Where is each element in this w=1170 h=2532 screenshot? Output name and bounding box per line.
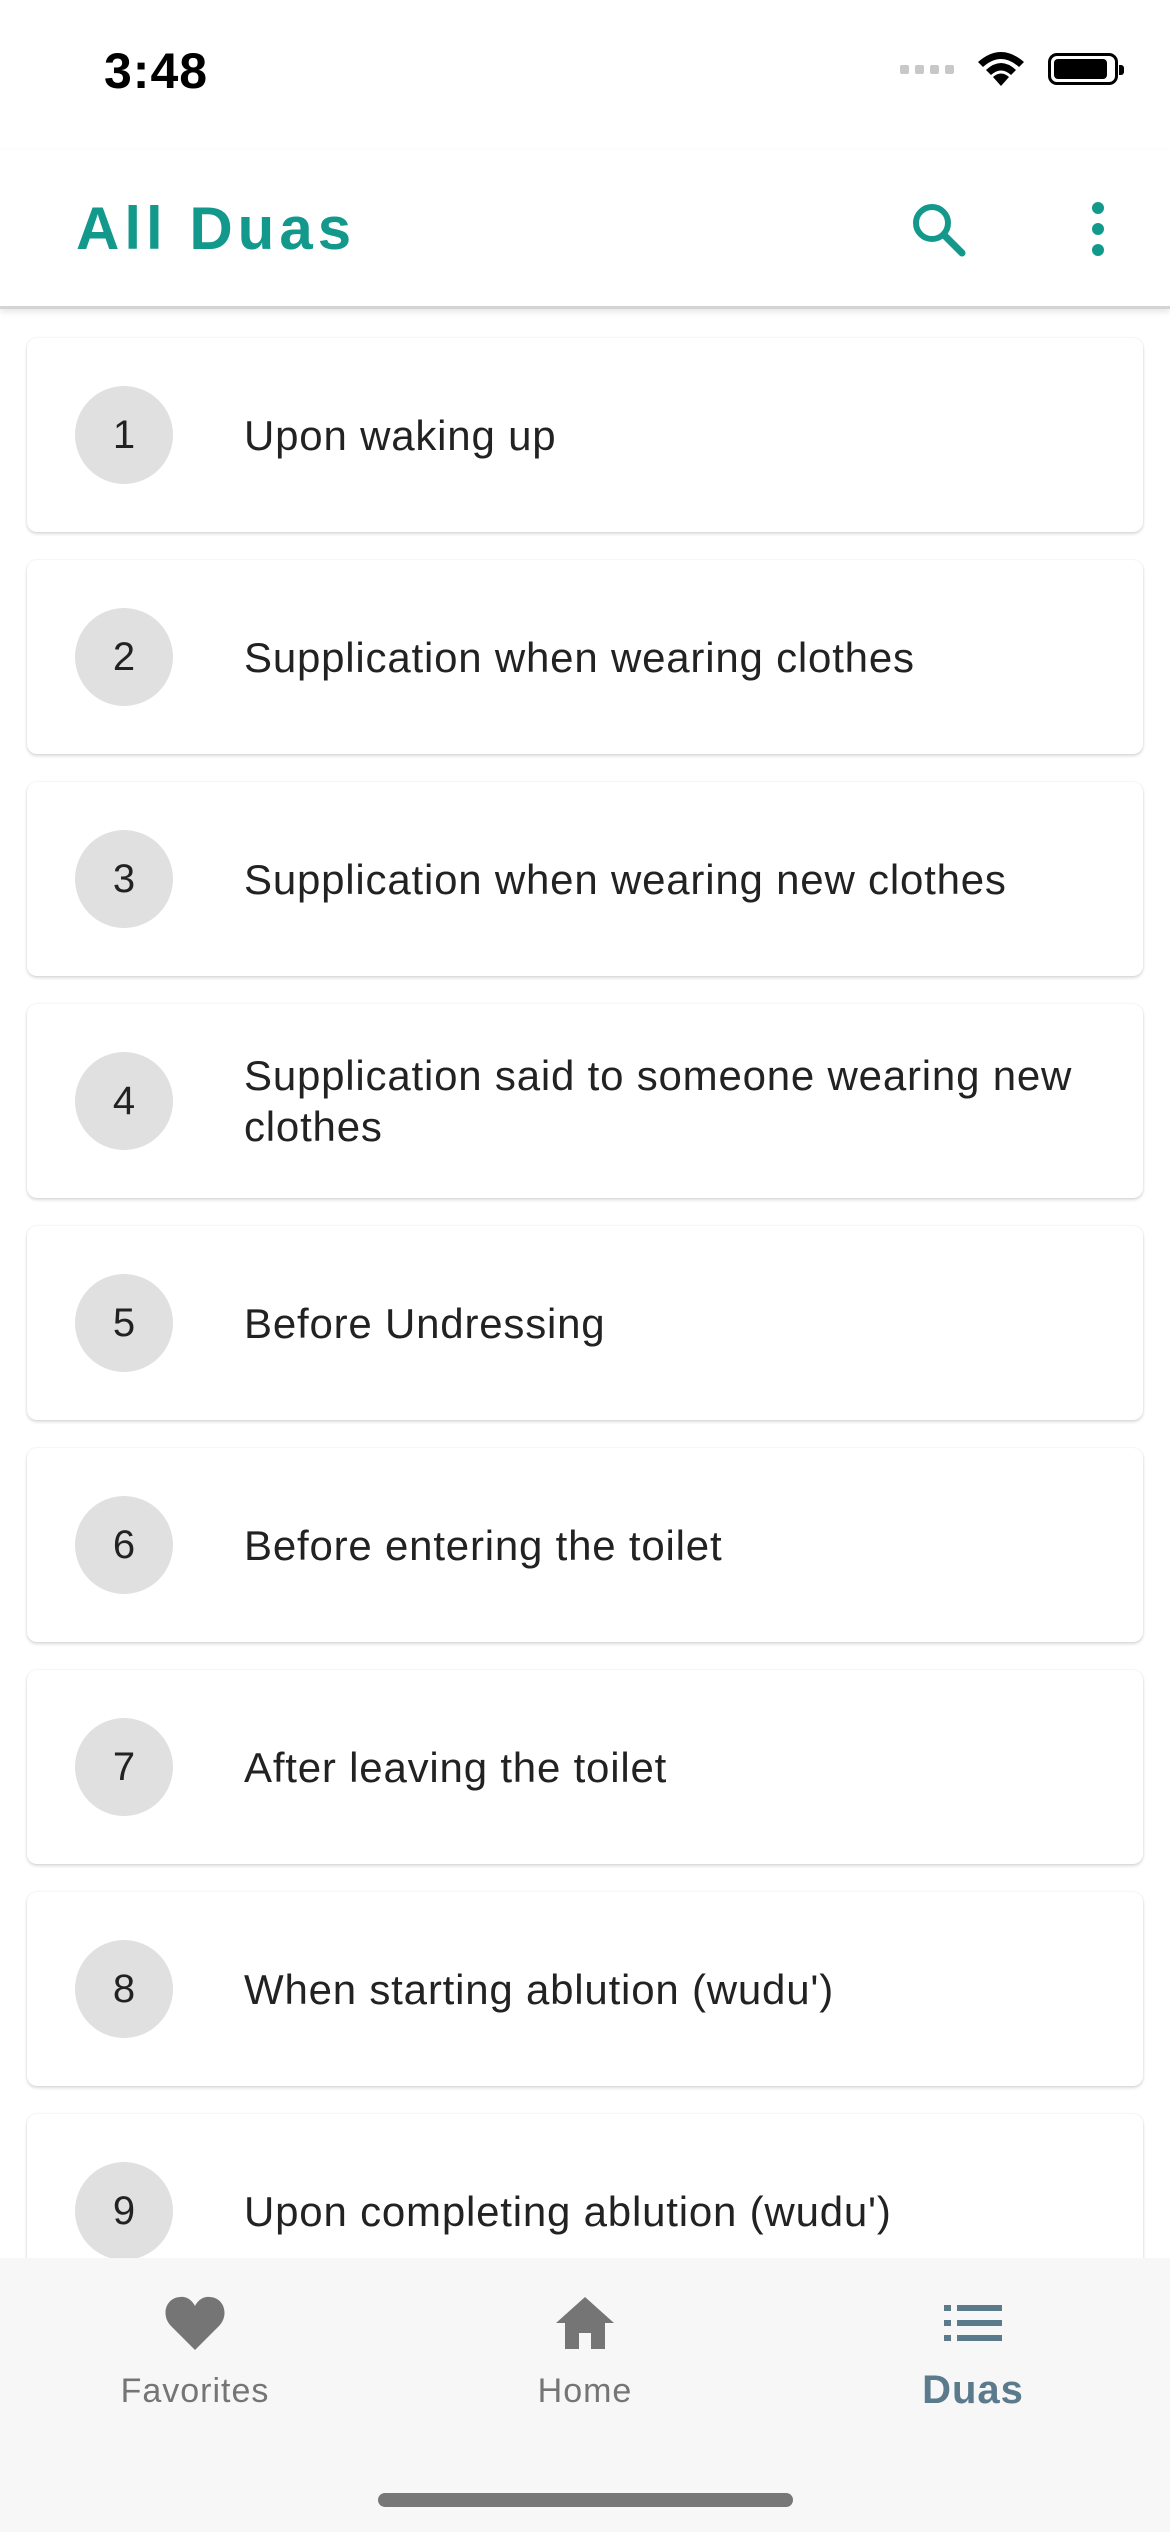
dua-list-item[interactable]: 4 Supplication said to someone wearing n…	[27, 1004, 1143, 1198]
nav-item-favorites[interactable]: Favorites	[45, 2288, 345, 2448]
dua-title: Supplication when wearing clothes	[244, 633, 915, 681]
dua-title: Supplication said to someone wearing new…	[244, 1052, 1073, 1150]
page-title: All Duas	[76, 195, 357, 262]
dua-title: After leaving the toilet	[244, 1743, 668, 1791]
dua-title: Before Undressing	[244, 1299, 606, 1347]
status-icons	[900, 50, 1124, 88]
dua-number-badge: 9	[75, 2162, 173, 2258]
status-time: 3:48	[104, 43, 209, 99]
status-bar: 3:48	[0, 0, 1170, 150]
dua-title: When starting ablution (wudu')	[244, 1965, 834, 2013]
dua-list[interactable]: 1 Upon waking up 2 Supplication when wea…	[0, 309, 1170, 2258]
app-bar: All Duas	[0, 150, 1170, 309]
dua-list-item[interactable]: 9 Upon completing ablution (wudu')	[27, 2114, 1143, 2258]
dua-list-item[interactable]: 6 Before entering the toilet	[27, 1448, 1143, 1642]
dua-list-item[interactable]: 2 Supplication when wearing clothes	[27, 560, 1143, 754]
dua-title: Upon waking up	[244, 411, 557, 459]
battery-icon	[1048, 53, 1124, 85]
dua-number-badge: 5	[75, 1274, 173, 1372]
heart-icon	[45, 2288, 345, 2358]
dua-number-badge: 6	[75, 1496, 173, 1594]
more-vertical-icon	[1092, 202, 1104, 256]
list-icon	[823, 2288, 1123, 2358]
dua-number-badge: 2	[75, 608, 173, 706]
cellular-signal-icon	[900, 64, 954, 74]
nav-label-favorites: Favorites	[120, 2372, 270, 2410]
dua-title: Supplication when wearing new clothes	[244, 855, 1007, 903]
bottom-navigation: Favorites Home Duas	[0, 2258, 1170, 2532]
wifi-icon	[978, 52, 1024, 86]
dua-list-item[interactable]: 7 After leaving the toilet	[27, 1670, 1143, 1864]
dua-list-item[interactable]: 1 Upon waking up	[27, 338, 1143, 532]
dua-number-badge: 7	[75, 1718, 173, 1816]
search-button[interactable]	[903, 194, 973, 264]
nav-label-home: Home	[537, 2372, 633, 2410]
nav-item-home[interactable]: Home	[435, 2288, 735, 2448]
home-icon	[435, 2288, 735, 2358]
dua-number-badge: 3	[75, 830, 173, 928]
dua-list-item[interactable]: 8 When starting ablution (wudu')	[27, 1892, 1143, 2086]
dua-number-badge: 4	[75, 1052, 173, 1150]
home-indicator	[378, 2493, 793, 2507]
dua-number-badge: 1	[75, 386, 173, 484]
dua-list-item[interactable]: 3 Supplication when wearing new clothes	[27, 782, 1143, 976]
dua-number-badge: 8	[75, 1940, 173, 2038]
dua-title: Before entering the toilet	[244, 1521, 723, 1569]
nav-item-duas[interactable]: Duas	[823, 2288, 1123, 2448]
dua-list-item[interactable]: 5 Before Undressing	[27, 1226, 1143, 1420]
dua-title: Upon completing ablution (wudu')	[244, 2187, 892, 2235]
nav-label-duas: Duas	[922, 2368, 1024, 2412]
search-icon	[913, 204, 966, 257]
more-options-button[interactable]	[1063, 194, 1133, 264]
